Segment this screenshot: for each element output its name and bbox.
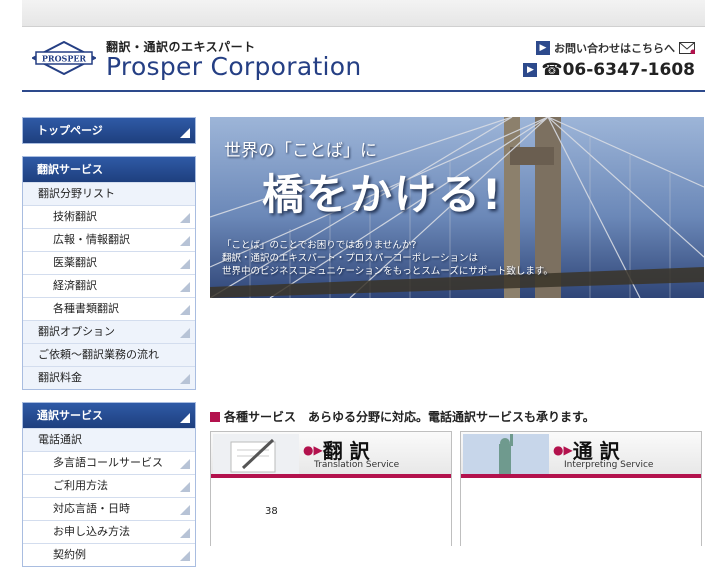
- sidebar-head-translation[interactable]: 翻訳サービス: [23, 157, 195, 182]
- sidebar-item[interactable]: 対応言語・日時: [23, 497, 195, 520]
- translation-count: 38: [265, 506, 278, 517]
- company-name[interactable]: Prosper Corporation: [106, 52, 362, 81]
- corner-arrow-icon: [180, 459, 190, 469]
- sidebar-item-label: 翻訳分野リスト: [38, 187, 115, 200]
- sidebar-block-top: トップページ: [22, 117, 196, 144]
- sidebar-item-label: 経済翻訳: [53, 279, 97, 292]
- sidebar-item-top[interactable]: トップページ: [23, 118, 195, 143]
- corner-arrow-icon: [180, 236, 190, 246]
- corner-arrow-icon: [180, 213, 190, 223]
- sidebar-head-label: 通訳サービス: [37, 409, 103, 422]
- sidebar-item-label: お申し込み方法: [53, 525, 130, 538]
- sidebar-item[interactable]: 技術翻訳: [23, 205, 195, 228]
- sidebar-item[interactable]: ご利用方法: [23, 474, 195, 497]
- arrow-right-icon: ▶: [523, 63, 538, 77]
- sidebar-item[interactable]: 医薬翻訳: [23, 251, 195, 274]
- top-strip: [22, 0, 705, 27]
- prosper-logo-icon: PROSPER: [30, 40, 98, 76]
- sidebar-head-interpreting[interactable]: 通訳サービス: [23, 403, 195, 428]
- sidebar-item[interactable]: お申し込み方法: [23, 520, 195, 543]
- services-heading: 各種サービス あらゆる分野に対応。電話通訳サービスも承ります。: [210, 408, 595, 425]
- sidebar-item[interactable]: 契約例: [23, 543, 195, 566]
- sidebar-item-label: 技術翻訳: [53, 210, 97, 223]
- sidebar-item-label: 広報・情報翻訳: [53, 233, 130, 246]
- sidebar-item-label: ご依頼〜翻訳業務の流れ: [38, 348, 159, 361]
- services-heading-text: 各種サービス あらゆる分野に対応。電話通訳サービスも承ります。: [224, 410, 595, 424]
- sidebar-block-translation: 翻訳サービス 翻訳分野リスト 技術翻訳広報・情報翻訳 医薬翻訳経済翻訳各種書類翻訳翻…: [22, 156, 196, 390]
- corner-arrow-icon: [180, 128, 190, 138]
- corner-arrow-icon: [180, 305, 190, 315]
- phone-number: ▶ ☎06-6347-1608: [523, 60, 695, 80]
- sidebar-item-label: 多言語コールサービス: [53, 456, 163, 469]
- corner-arrow-icon: [180, 505, 190, 515]
- sidebar-item-label: トップページ: [37, 124, 103, 137]
- interpreting-subtitle: Interpreting Service: [564, 460, 654, 470]
- sidebar-item[interactable]: 各種書類翻訳: [23, 297, 195, 320]
- sidebar-item-label: 翻訳オプション: [38, 325, 115, 338]
- svg-text:PROSPER: PROSPER: [42, 54, 87, 64]
- arrow-right-icon: ▶: [536, 41, 550, 55]
- interpreting-service-box[interactable]: ●▶通 訳 Interpreting Service: [460, 431, 702, 546]
- sidebar-item-label: ご利用方法: [53, 479, 108, 492]
- square-bullet-icon: [210, 412, 220, 422]
- contact-link[interactable]: ▶ お問い合わせはこちらへ: [536, 40, 695, 56]
- sidebar-item[interactable]: 翻訳オプション: [23, 320, 195, 343]
- header-divider: [22, 90, 705, 92]
- banner-desc-line: 翻訳・通訳のエキスパート・プロスパーコーポレーションは: [222, 253, 479, 264]
- translation-service-header[interactable]: ●▶翻 訳 Translation Service: [211, 432, 451, 478]
- sidebar-item[interactable]: 翻訳分野リスト: [23, 182, 195, 205]
- sidebar-item[interactable]: 電話通訳: [23, 428, 195, 451]
- sidebar-block-interpreting: 通訳サービス 電話通訳多言語コールサービス ご利用方法対応言語・日時 お申し込み方法…: [22, 402, 196, 567]
- corner-arrow-icon: [180, 259, 190, 269]
- sidebar-item-label: 各種書類翻訳: [53, 302, 119, 315]
- translation-subtitle: Translation Service: [314, 460, 400, 470]
- corner-arrow-icon: [180, 328, 190, 338]
- arrow-right-icon: ●▶: [553, 443, 573, 457]
- phone-text: ☎06-6347-1608: [541, 60, 695, 80]
- sidebar-item[interactable]: 経済翻訳: [23, 274, 195, 297]
- page: PROSPER 翻訳・通訳のエキスパート Prosper Corporation…: [22, 0, 705, 567]
- sidebar-item[interactable]: 多言語コールサービス: [23, 451, 195, 474]
- corner-arrow-icon: [180, 482, 190, 492]
- sidebar-item[interactable]: ご依頼〜翻訳業務の流れ: [23, 343, 195, 366]
- sidebar-item-label: 医薬翻訳: [53, 256, 97, 269]
- hero-banner[interactable]: 世界の「ことば」に 橋をかける! 「ことば」のことでお困りではありませんか? 翻…: [210, 117, 704, 298]
- sidebar-item[interactable]: 広報・情報翻訳: [23, 228, 195, 251]
- site-header: PROSPER 翻訳・通訳のエキスパート Prosper Corporation…: [22, 27, 705, 91]
- sidebar-item[interactable]: 翻訳料金: [23, 366, 195, 389]
- contact-label: お問い合わせはこちらへ: [554, 42, 675, 55]
- corner-arrow-icon: [180, 374, 190, 384]
- sidebar-item-label: 電話通訳: [38, 433, 82, 446]
- envelope-icon: [679, 42, 695, 54]
- translation-service-box[interactable]: ●▶翻 訳 Translation Service 38: [210, 431, 452, 546]
- banner-line2: 橋をかける!: [262, 170, 504, 219]
- corner-arrow-icon: [180, 528, 190, 538]
- pen-notebook-icon: [213, 434, 299, 474]
- arrow-right-icon: ●▶: [303, 443, 323, 457]
- banner-line1: 世界の「ことば」に: [224, 141, 377, 161]
- sidebar: トップページ 翻訳サービス 翻訳分野リスト 技術翻訳広報・情報翻訳 医薬翻訳経済翻訳…: [22, 117, 196, 579]
- sidebar-item-label: 翻訳料金: [38, 371, 82, 384]
- banner-desc-line: 世界中のビジネスコミュニケーションをもっとスムーズにサポート致します。: [222, 266, 553, 277]
- corner-arrow-icon: [180, 413, 190, 423]
- sidebar-item-label: 契約例: [53, 548, 86, 561]
- corner-arrow-icon: [180, 551, 190, 561]
- sidebar-head-label: 翻訳サービス: [37, 163, 103, 176]
- corner-arrow-icon: [180, 282, 190, 292]
- logo-badge[interactable]: PROSPER: [30, 40, 98, 76]
- sidebar-item-label: 対応言語・日時: [53, 502, 130, 515]
- statue-of-liberty-icon: [463, 434, 549, 474]
- banner-description: 「ことば」のことでお困りではありませんか? 翻訳・通訳のエキスパート・プロスパー…: [222, 239, 553, 278]
- interpreting-service-header[interactable]: ●▶通 訳 Interpreting Service: [461, 432, 701, 478]
- banner-desc-line: 「ことば」のことでお困りではありませんか?: [222, 240, 417, 251]
